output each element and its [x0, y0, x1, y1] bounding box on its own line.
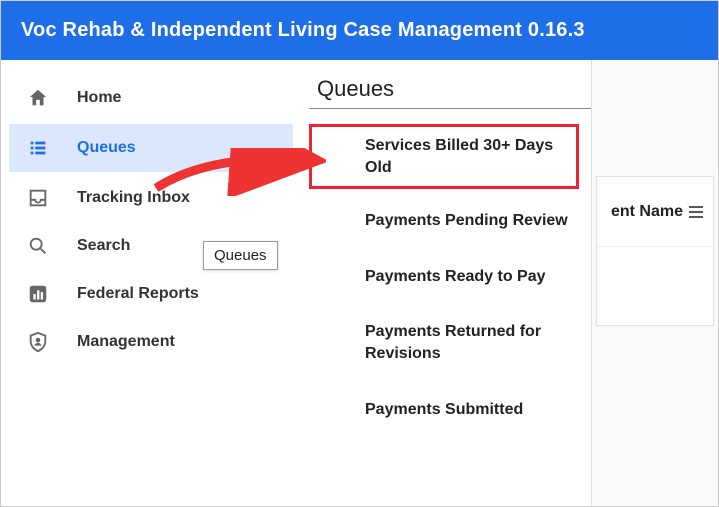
queue-payments-submitted[interactable]: Payments Submitted	[309, 389, 579, 431]
nav-queues[interactable]: Queues	[9, 124, 293, 172]
data-table: ent Name	[596, 176, 714, 326]
column-menu-icon[interactable]	[689, 206, 703, 218]
queues-tooltip: Queues	[203, 241, 278, 270]
queue-item-label: Services Billed 30+ Days Old	[365, 137, 553, 176]
queue-item-label: Payments Submitted	[365, 401, 523, 418]
nav-management[interactable]: Management	[1, 318, 301, 366]
column-header-text: ent Name	[611, 203, 683, 221]
queue-payments-returned[interactable]: Payments Returned for Revisions	[309, 311, 579, 374]
app-window: Voc Rehab & Independent Living Case Mana…	[0, 0, 719, 507]
nav-label: Search	[77, 237, 130, 255]
queue-services-billed-30[interactable]: Services Billed 30+ Days Old	[309, 124, 579, 189]
bar-chart-icon	[27, 283, 49, 305]
inbox-icon	[27, 187, 49, 209]
nav-home[interactable]: Home	[1, 74, 301, 122]
app-header: Voc Rehab & Independent Living Case Mana…	[1, 1, 718, 60]
queue-item-label: Payments Returned for Revisions	[365, 323, 541, 362]
nav-federal-reports[interactable]: Federal Reports	[1, 270, 301, 318]
nav-label: Home	[77, 89, 121, 107]
app-title: Voc Rehab & Independent Living Case Mana…	[21, 19, 585, 41]
queue-item-label: Payments Pending Review	[365, 212, 568, 229]
queue-item-label: Payments Ready to Pay	[365, 268, 546, 285]
home-icon	[27, 87, 49, 109]
app-body: Home Queues Tracking Inbox Search	[1, 60, 718, 505]
submenu-title: Queues	[309, 76, 591, 109]
queues-submenu: Queues Services Billed 30+ Days Old Paym…	[301, 60, 591, 505]
queue-payments-pending-review[interactable]: Payments Pending Review	[309, 200, 579, 242]
nav-label: Management	[77, 333, 175, 351]
nav-label: Federal Reports	[77, 285, 199, 303]
nav-label: Queues	[77, 139, 136, 157]
content-pane: ent Name	[591, 60, 718, 505]
list-icon	[27, 137, 49, 159]
column-header[interactable]: ent Name	[597, 177, 713, 247]
sidebar: Home Queues Tracking Inbox Search	[1, 60, 301, 505]
queue-payments-ready-to-pay[interactable]: Payments Ready to Pay	[309, 256, 579, 298]
nav-label: Tracking Inbox	[77, 189, 190, 207]
shield-user-icon	[27, 331, 49, 353]
nav-tracking-inbox[interactable]: Tracking Inbox	[1, 174, 301, 222]
search-icon	[27, 235, 49, 257]
